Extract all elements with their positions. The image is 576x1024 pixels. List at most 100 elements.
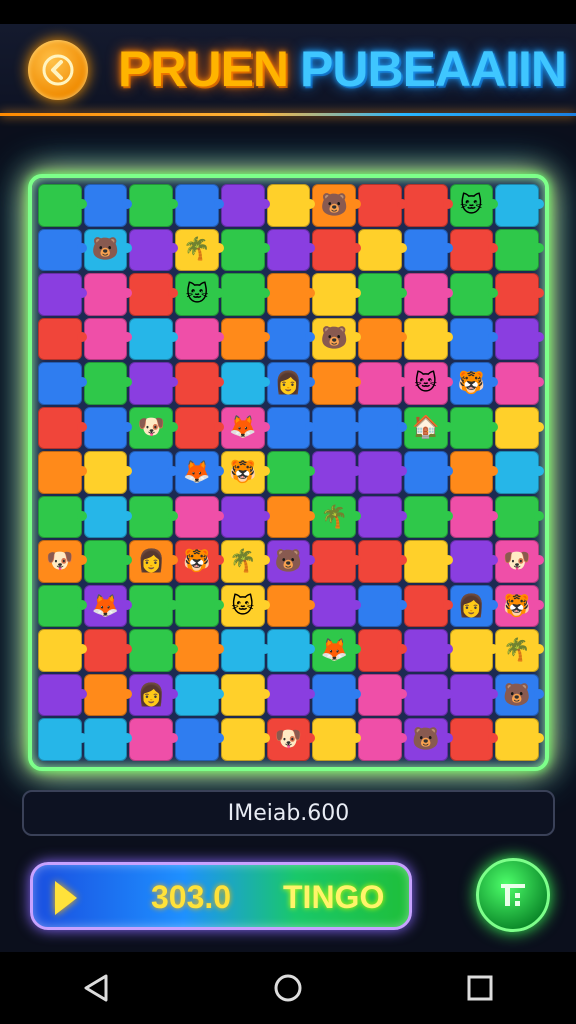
puzzle-piece[interactable]: 🐻: [312, 317, 361, 361]
puzzle-piece[interactable]: [403, 584, 453, 628]
puzzle-piece[interactable]: [358, 673, 407, 717]
puzzle-piece[interactable]: [38, 629, 87, 672]
puzzle-piece[interactable]: [220, 629, 270, 672]
puzzle-piece[interactable]: [129, 629, 178, 672]
puzzle-piece[interactable]: [358, 228, 407, 272]
puzzle-piece[interactable]: [266, 629, 316, 672]
puzzle-piece[interactable]: 🐯: [449, 362, 498, 405]
puzzle-piece[interactable]: [403, 273, 453, 316]
puzzle-piece[interactable]: [38, 495, 87, 539]
puzzle-piece[interactable]: [495, 451, 544, 494]
puzzle-piece[interactable]: [403, 228, 453, 272]
puzzle-piece[interactable]: [266, 228, 316, 272]
puzzle-piece[interactable]: [495, 718, 544, 761]
puzzle-piece[interactable]: [175, 495, 224, 539]
puzzle-piece[interactable]: [403, 673, 453, 717]
puzzle-piece[interactable]: 🐱: [175, 273, 224, 316]
puzzle-piece[interactable]: [83, 629, 133, 672]
puzzle-piece[interactable]: [220, 495, 270, 539]
puzzle-piece[interactable]: [358, 451, 407, 494]
nav-recents-icon[interactable]: [460, 968, 500, 1008]
puzzle-piece[interactable]: [266, 451, 316, 494]
puzzle-piece[interactable]: [403, 317, 453, 361]
puzzle-piece[interactable]: 🐱: [403, 362, 453, 405]
puzzle-piece[interactable]: [358, 629, 407, 672]
puzzle-piece[interactable]: [449, 317, 498, 361]
puzzle-piece[interactable]: [83, 362, 133, 405]
puzzle-piece[interactable]: [83, 718, 133, 761]
puzzle-piece[interactable]: [83, 495, 133, 539]
puzzle-piece[interactable]: 🌴: [220, 540, 270, 583]
puzzle-piece[interactable]: 🌴: [495, 629, 544, 672]
puzzle-piece[interactable]: 🐯: [175, 540, 224, 583]
puzzle-piece[interactable]: [38, 228, 87, 272]
puzzle-piece[interactable]: 🐻: [83, 228, 133, 272]
puzzle-piece[interactable]: [38, 273, 87, 316]
puzzle-piece[interactable]: [83, 451, 133, 494]
puzzle-piece[interactable]: [449, 540, 498, 583]
puzzle-piece[interactable]: [495, 362, 544, 405]
puzzle-piece[interactable]: [358, 184, 407, 227]
puzzle-piece[interactable]: 🐶: [129, 406, 178, 450]
puzzle-piece[interactable]: [266, 317, 316, 361]
puzzle-piece[interactable]: [312, 540, 361, 583]
puzzle-piece[interactable]: [38, 362, 87, 405]
puzzle-piece[interactable]: [495, 184, 544, 227]
puzzle-piece[interactable]: 👩: [449, 584, 498, 628]
puzzle-piece[interactable]: [220, 184, 270, 227]
puzzle-piece[interactable]: [38, 673, 87, 717]
puzzle-piece[interactable]: [129, 718, 178, 761]
puzzle-piece[interactable]: 🐶: [38, 540, 87, 583]
puzzle-piece[interactable]: [449, 406, 498, 450]
puzzle-piece[interactable]: [266, 273, 316, 316]
puzzle-piece[interactable]: [403, 629, 453, 672]
menu-button[interactable]: [476, 858, 550, 932]
puzzle-piece[interactable]: [175, 718, 224, 761]
puzzle-piece[interactable]: [38, 317, 87, 361]
puzzle-piece[interactable]: [129, 451, 178, 494]
puzzle-piece[interactable]: [266, 184, 316, 227]
puzzle-piece[interactable]: 🏠: [403, 406, 453, 450]
puzzle-piece[interactable]: [38, 718, 87, 761]
puzzle-piece[interactable]: [129, 228, 178, 272]
puzzle-piece[interactable]: [358, 495, 407, 539]
puzzle-piece[interactable]: [83, 673, 133, 717]
puzzle-piece[interactable]: [358, 540, 407, 583]
puzzle-piece[interactable]: [38, 184, 87, 227]
puzzle-piece[interactable]: [312, 718, 361, 761]
puzzle-piece[interactable]: [312, 406, 361, 450]
puzzle-piece[interactable]: [266, 673, 316, 717]
puzzle-piece[interactable]: [129, 184, 178, 227]
puzzle-piece[interactable]: [38, 406, 87, 450]
puzzle-piece[interactable]: [358, 718, 407, 761]
puzzle-piece[interactable]: [220, 317, 270, 361]
puzzle-piece[interactable]: 🐱: [449, 184, 498, 227]
puzzle-piece[interactable]: 🐻: [495, 673, 544, 717]
puzzle-piece[interactable]: [175, 184, 224, 227]
puzzle-piece[interactable]: [495, 273, 544, 316]
back-button[interactable]: [28, 40, 88, 100]
puzzle-piece[interactable]: [129, 584, 178, 628]
puzzle-piece[interactable]: [312, 584, 361, 628]
puzzle-piece[interactable]: 👩: [266, 362, 316, 405]
play-button[interactable]: 303.0 TINGO: [30, 862, 412, 930]
puzzle-piece[interactable]: [312, 228, 361, 272]
puzzle-piece[interactable]: [220, 673, 270, 717]
puzzle-piece[interactable]: 🐱: [220, 584, 270, 628]
puzzle-piece[interactable]: [38, 584, 87, 628]
puzzle-piece[interactable]: [449, 718, 498, 761]
puzzle-piece[interactable]: [312, 451, 361, 494]
puzzle-piece[interactable]: 🐶: [266, 718, 316, 761]
puzzle-piece[interactable]: 🐶: [495, 540, 544, 583]
puzzle-piece[interactable]: [403, 540, 453, 583]
puzzle-piece[interactable]: [449, 228, 498, 272]
puzzle-piece[interactable]: [220, 718, 270, 761]
puzzle-piece[interactable]: [358, 273, 407, 316]
puzzle-piece[interactable]: [175, 673, 224, 717]
puzzle-piece[interactable]: 🦊: [312, 629, 361, 672]
puzzle-piece[interactable]: [312, 273, 361, 316]
puzzle-piece[interactable]: [129, 317, 178, 361]
nav-back-icon[interactable]: [76, 968, 116, 1008]
puzzle-piece[interactable]: [449, 495, 498, 539]
puzzle-piece[interactable]: [358, 362, 407, 405]
